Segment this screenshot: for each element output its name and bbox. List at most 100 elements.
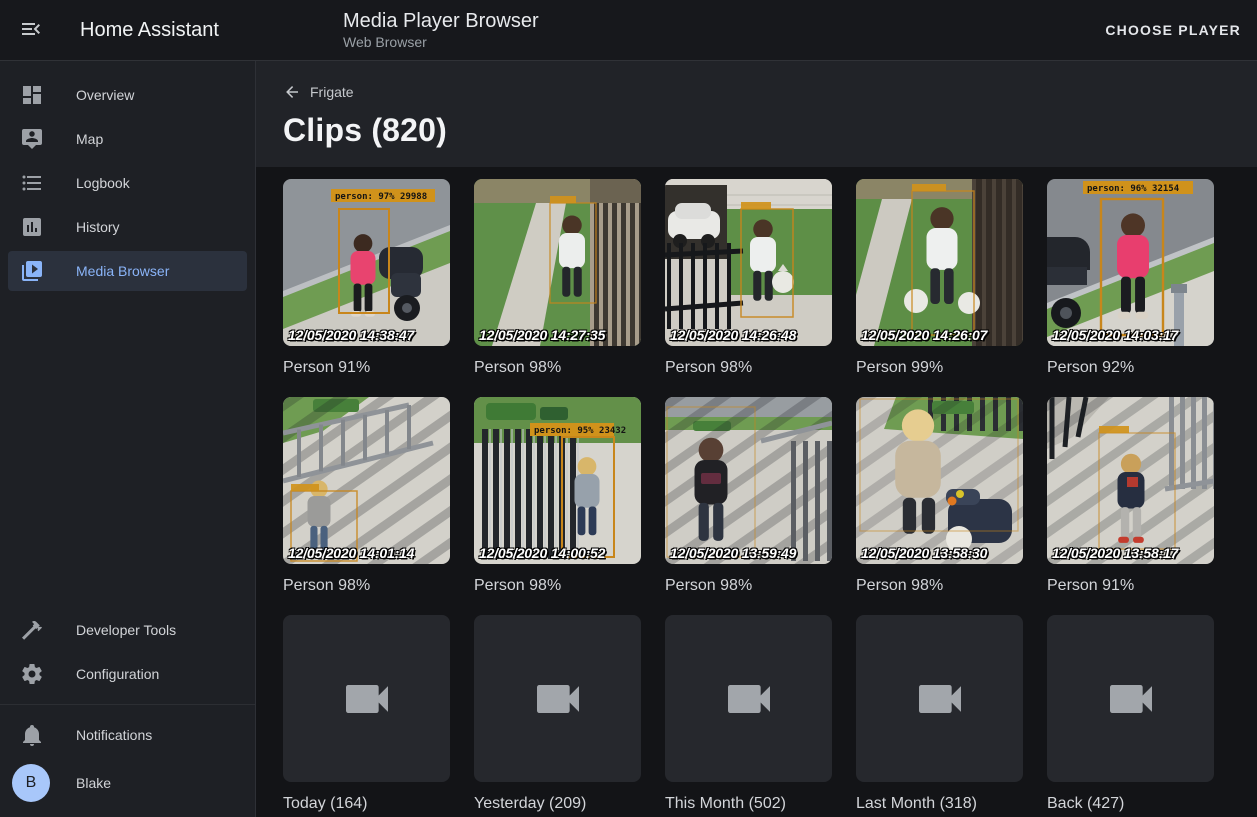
top-app-bar: Home Assistant Media Player Browser Web … — [0, 0, 1257, 60]
clip-timestamp-overlay: 12/05/2020 13:59:49 — [670, 545, 796, 561]
clip-item[interactable]: 12/05/2020 13:58:30 Person 98% — [856, 397, 1023, 595]
folder-item[interactable]: Back (427) — [1047, 615, 1214, 813]
clips-grid: person: 97% 29988 12/05/2020 14:38:47 Pers… — [283, 179, 1230, 817]
sidebar-item-media-browser[interactable]: Media Browser — [8, 251, 247, 291]
app-title: Home Assistant — [80, 19, 219, 42]
clip-thumbnail: person: 96% 3215412/05/2020 14:03:17 — [1047, 179, 1214, 346]
panel-title: Media Player Browser — [343, 9, 1105, 33]
choose-player-button[interactable]: CHOOSE PLAYER — [1105, 22, 1257, 38]
bell-icon — [20, 723, 44, 747]
clip-item[interactable]: 12/05/2020 13:58:17 Person 91% — [1047, 397, 1214, 595]
sidebar: Overview Map Logbook History Media Browser D… — [0, 61, 256, 817]
back-breadcrumb[interactable]: Frigate — [283, 83, 354, 101]
clip-caption: Person 98% — [856, 577, 1023, 595]
clip-timestamp-overlay: 12/05/2020 14:38:47 — [288, 327, 414, 343]
clip-item[interactable]: 12/05/2020 14:01:14 Person 98% — [283, 397, 450, 595]
clip-thumbnail: 12/05/2020 14:01:14 — [283, 397, 450, 564]
sidebar-tool-items: Developer Tools Configuration — [0, 606, 255, 698]
sidebar-item-user[interactable]: B Blake — [8, 763, 247, 803]
breadcrumb-label: Frigate — [310, 84, 354, 100]
folder-tile — [474, 615, 641, 782]
clip-timestamp-overlay: 12/05/2020 14:00:52 — [479, 545, 605, 561]
list-bulleted-icon — [20, 171, 44, 195]
panel-title-block: Media Player Browser Web Browser — [343, 9, 1105, 51]
user-name: Blake — [76, 775, 111, 791]
clip-timestamp-overlay: 12/05/2020 13:58:30 — [861, 545, 987, 561]
arrow-left-icon — [283, 83, 301, 101]
sidebar-item-label: History — [76, 219, 120, 235]
clip-caption: Person 98% — [665, 577, 832, 595]
clip-caption: Person 92% — [1047, 359, 1214, 377]
sidebar-spacer — [0, 295, 255, 606]
media-browser-icon — [20, 259, 44, 283]
svg-text:person: 97% 29988: person: 97% 29988 — [335, 192, 427, 202]
folder-tile — [665, 615, 832, 782]
clip-item[interactable]: person: 97% 29988 12/05/2020 14:38:47 Pers… — [283, 179, 450, 377]
clip-timestamp-overlay: 12/05/2020 14:01:14 — [288, 545, 414, 561]
clip-thumbnail: 12/05/2020 13:59:49 — [665, 397, 832, 564]
clip-caption: Person 98% — [283, 577, 450, 595]
video-camera-icon — [530, 671, 586, 727]
clip-item[interactable]: 12/05/2020 14:26:07Person 99% — [856, 179, 1023, 377]
hammer-icon — [20, 618, 44, 642]
sidebar-item-developer-tools[interactable]: Developer Tools — [8, 610, 247, 650]
clip-timestamp-overlay: 12/05/2020 14:27:35 — [479, 327, 605, 343]
clip-item[interactable]: person: 95% 23432 12/05/2020 14:00:52 Pers… — [474, 397, 641, 595]
chart-box-icon — [20, 215, 44, 239]
map-account-icon — [20, 127, 44, 151]
folder-tile — [1047, 615, 1214, 782]
sidebar-item-configuration[interactable]: Configuration — [8, 654, 247, 694]
avatar: B — [12, 764, 50, 802]
sidebar-item-label: Notifications — [76, 727, 152, 743]
clip-caption: Person 91% — [1047, 577, 1214, 595]
clip-thumbnail: 12/05/2020 13:58:30 — [856, 397, 1023, 564]
clip-thumbnail: 12/05/2020 13:58:17 — [1047, 397, 1214, 564]
sidebar-item-label: Developer Tools — [76, 622, 176, 638]
video-camera-icon — [1103, 671, 1159, 727]
video-camera-icon — [339, 671, 395, 727]
clip-item[interactable]: 12/05/2020 14:27:35 Person 98% — [474, 179, 641, 377]
sidebar-bottom-pad — [0, 807, 255, 817]
folder-item[interactable]: This Month (502) — [665, 615, 832, 813]
menu-open-icon[interactable] — [18, 17, 44, 43]
clip-timestamp-overlay: 12/05/2020 14:26:07 — [861, 327, 987, 343]
clip-thumbnail: 12/05/2020 14:27:35 — [474, 179, 641, 346]
clip-caption: Person 98% — [474, 577, 641, 595]
clip-thumbnail: person: 95% 23432 12/05/2020 14:00:52 — [474, 397, 641, 564]
panel-header: Frigate Clips (820) — [256, 61, 1257, 167]
clip-caption: Person 98% — [474, 359, 641, 377]
sidebar-item-notifications[interactable]: Notifications — [8, 715, 247, 755]
dashboard-icon — [20, 83, 44, 107]
folder-tile — [283, 615, 450, 782]
clip-caption: Person 98% — [665, 359, 832, 377]
folder-item[interactable]: Today (164) — [283, 615, 450, 813]
folder-caption: Back (427) — [1047, 795, 1214, 813]
content-area: person: 97% 29988 12/05/2020 14:38:47 Pers… — [256, 167, 1257, 817]
media-browser-panel: Frigate Clips (820) person: 97% 29988 12/… — [256, 61, 1257, 817]
clip-thumbnail: 12/05/2020 14:26:48 — [665, 179, 832, 346]
svg-text:person: 95% 23432: person: 95% 23432 — [534, 426, 626, 436]
folder-item[interactable]: Yesterday (209) — [474, 615, 641, 813]
topbar-left: Home Assistant — [0, 17, 256, 43]
sidebar-item-history[interactable]: History — [8, 207, 247, 247]
clip-caption: Person 91% — [283, 359, 450, 377]
folder-caption: Yesterday (209) — [474, 795, 641, 813]
clip-item[interactable]: person: 96% 3215412/05/2020 14:03:17 Pers… — [1047, 179, 1214, 377]
page-title: Clips (820) — [283, 111, 1257, 149]
folder-item[interactable]: Last Month (318) — [856, 615, 1023, 813]
sidebar-item-label: Configuration — [76, 666, 159, 682]
sidebar-item-map[interactable]: Map — [8, 119, 247, 159]
sidebar-item-label: Map — [76, 131, 103, 147]
clip-thumbnail: person: 97% 29988 12/05/2020 14:38:47 — [283, 179, 450, 346]
sidebar-divider — [0, 704, 255, 705]
video-camera-icon — [912, 671, 968, 727]
sidebar-main-items: Overview Map Logbook History Media Browser — [0, 71, 255, 295]
clip-timestamp-overlay: 12/05/2020 13:58:17 — [1052, 545, 1178, 561]
sidebar-item-label: Overview — [76, 87, 134, 103]
clip-item[interactable]: 12/05/2020 13:59:49 Person 98% — [665, 397, 832, 595]
clip-item[interactable]: 12/05/2020 14:26:48 Person 98% — [665, 179, 832, 377]
sidebar-item-logbook[interactable]: Logbook — [8, 163, 247, 203]
folder-caption: Today (164) — [283, 795, 450, 813]
sidebar-item-label: Media Browser — [76, 263, 169, 279]
sidebar-item-overview[interactable]: Overview — [8, 75, 247, 115]
